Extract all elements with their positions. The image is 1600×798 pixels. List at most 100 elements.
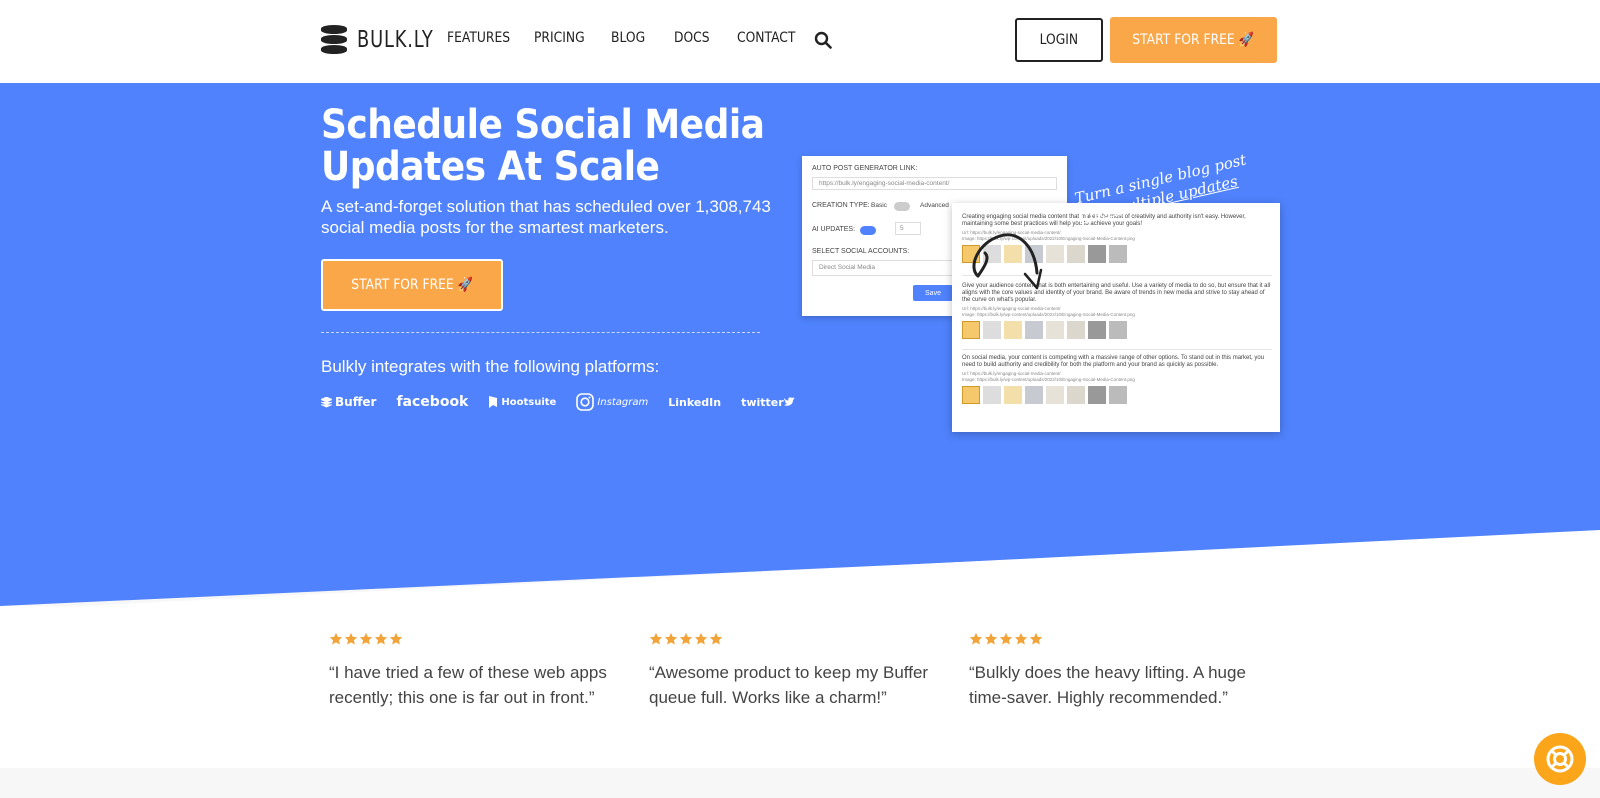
star-rating xyxy=(969,632,1269,646)
thumb xyxy=(1046,386,1064,404)
mock-post-image: Image: https://bulk.ly/wp-content/upload… xyxy=(962,312,1135,317)
star-icon xyxy=(694,632,708,645)
thumb xyxy=(1088,321,1106,339)
login-button[interactable]: LOGIN xyxy=(1015,18,1103,62)
logo[interactable]: BULK.LY xyxy=(321,25,446,55)
star-rating xyxy=(649,632,949,646)
lifebuoy-icon xyxy=(1546,745,1574,773)
nav-link-pricing[interactable]: PRICING xyxy=(534,30,585,46)
thumb xyxy=(1109,386,1127,404)
instagram-icon xyxy=(576,393,595,411)
nav-links: FEATURES PRICING BLOG DOCS CONTACT xyxy=(447,30,822,46)
testimonial-card: “I have tried a few of these web apps re… xyxy=(329,632,629,710)
thumb xyxy=(1109,321,1127,339)
platform-twitter-label: twitter xyxy=(741,395,784,409)
thumb xyxy=(983,321,1001,339)
platform-hootsuite-label: Hootsuite xyxy=(501,396,557,408)
platform-facebook: facebook xyxy=(396,394,468,410)
star-icon xyxy=(1014,632,1028,645)
thumb xyxy=(1004,321,1022,339)
thumb xyxy=(1067,245,1085,263)
testimonial-quote: “I have tried a few of these web apps re… xyxy=(329,663,607,707)
platform-instagram: Instagram xyxy=(576,393,648,411)
star-icon xyxy=(999,632,1013,645)
star-icon xyxy=(969,632,983,645)
platform-instagram-label: Instagram xyxy=(597,396,649,408)
platform-buffer-label: Buffer xyxy=(335,395,377,409)
mock-post-divider xyxy=(962,349,1272,350)
platform-hootsuite: Hootsuite xyxy=(488,396,556,408)
platform-facebook-label: facebook xyxy=(396,394,469,410)
testimonial-card: “Awesome product to keep my Buffer queue… xyxy=(649,632,949,710)
logo-text: BULK.LY xyxy=(357,27,434,53)
hero-subtitle: A set-and-forget solution that has sched… xyxy=(321,197,771,237)
platform-logos: Buffer facebook Hootsuite Instagram Link… xyxy=(321,393,818,411)
mock-ai-toggle xyxy=(860,226,876,235)
thumb xyxy=(962,386,980,404)
mock-post-thumbs xyxy=(962,386,1272,404)
start-free-button-hero[interactable]: START FOR FREE 🚀 xyxy=(321,259,503,311)
platform-buffer: Buffer xyxy=(321,395,376,409)
thumb xyxy=(962,321,980,339)
search-icon[interactable] xyxy=(814,31,832,49)
database-icon xyxy=(321,25,347,55)
star-icon xyxy=(1029,632,1043,645)
star-icon xyxy=(389,632,403,645)
star-icon xyxy=(329,632,343,645)
help-chat-button[interactable] xyxy=(1534,733,1586,785)
curved-arrow-icon xyxy=(972,233,1043,290)
star-icon xyxy=(679,632,693,645)
login-button-label: LOGIN xyxy=(1039,32,1079,48)
mock-post-thumbs xyxy=(962,321,1272,339)
star-icon xyxy=(359,632,373,645)
thumb xyxy=(1067,386,1085,404)
thumb xyxy=(1025,386,1043,404)
start-free-button-top[interactable]: START FOR FREE 🚀 xyxy=(1110,17,1277,63)
top-navbar: BULK.LY FEATURES PRICING BLOG DOCS CONTA… xyxy=(0,0,1600,83)
thumb xyxy=(1088,245,1106,263)
testimonial-quote: “Awesome product to keep my Buffer queue… xyxy=(649,663,929,707)
testimonial-quote: “Bulkly does the heavy lifting. A huge t… xyxy=(969,663,1246,707)
thumb xyxy=(1067,321,1085,339)
thumb xyxy=(1046,321,1064,339)
testimonial-card: “Bulkly does the heavy lifting. A huge t… xyxy=(969,632,1269,710)
mock-creation-label: CREATION TYPE: xyxy=(812,202,870,209)
thumb xyxy=(1025,321,1043,339)
platform-twitter: twitter xyxy=(741,396,798,409)
mock-advanced-label: Advanced xyxy=(920,202,949,209)
twitter-bird-icon xyxy=(783,397,795,406)
mock-basic-label: Basic xyxy=(871,202,887,209)
integrations-text: Bulkly integrates with the following pla… xyxy=(321,357,660,376)
mock-link-label: AUTO POST GENERATOR LINK: xyxy=(812,165,918,172)
star-rating xyxy=(329,632,629,646)
start-free-button-top-label: START FOR FREE 🚀 xyxy=(1132,32,1255,48)
star-icon xyxy=(664,632,678,645)
star-icon xyxy=(374,632,388,645)
mock-creation-toggle xyxy=(894,202,910,211)
nav-link-contact[interactable]: CONTACT xyxy=(737,30,795,46)
platform-linkedin: LinkedIn xyxy=(668,396,721,409)
thumb xyxy=(1088,386,1106,404)
hootsuite-icon xyxy=(489,396,498,408)
mock-post-text: On social media, your content is competi… xyxy=(962,355,1265,368)
mock-accounts-label: SELECT SOCIAL ACCOUNTS: xyxy=(812,248,910,255)
start-free-button-hero-label: START FOR FREE 🚀 xyxy=(351,277,473,293)
mock-ai-count: 5 xyxy=(895,222,921,235)
nav-link-features[interactable]: FEATURES xyxy=(447,30,510,46)
platform-linkedin-label: LinkedIn xyxy=(668,395,722,409)
mock-post-image: Image: https://bulk.ly/wp-content/upload… xyxy=(962,377,1135,382)
nav-link-blog[interactable]: BLOG xyxy=(611,30,645,46)
next-section-strip xyxy=(0,768,1600,798)
star-icon xyxy=(649,632,663,645)
star-icon xyxy=(709,632,723,645)
thumb xyxy=(1004,386,1022,404)
mock-ai-label: AI UPDATES: xyxy=(812,226,856,233)
star-icon xyxy=(984,632,998,645)
thumb xyxy=(983,386,1001,404)
nav-link-docs[interactable]: DOCS xyxy=(674,30,710,46)
hero-divider xyxy=(321,332,760,333)
mock-link-field: https://bulk.ly/engaging-social-media-co… xyxy=(812,177,1057,190)
hero-title: Schedule Social Media Updates At Scale xyxy=(321,102,765,190)
buffer-icon xyxy=(321,396,332,407)
mock-post: On social media, your content is competi… xyxy=(962,355,1272,404)
